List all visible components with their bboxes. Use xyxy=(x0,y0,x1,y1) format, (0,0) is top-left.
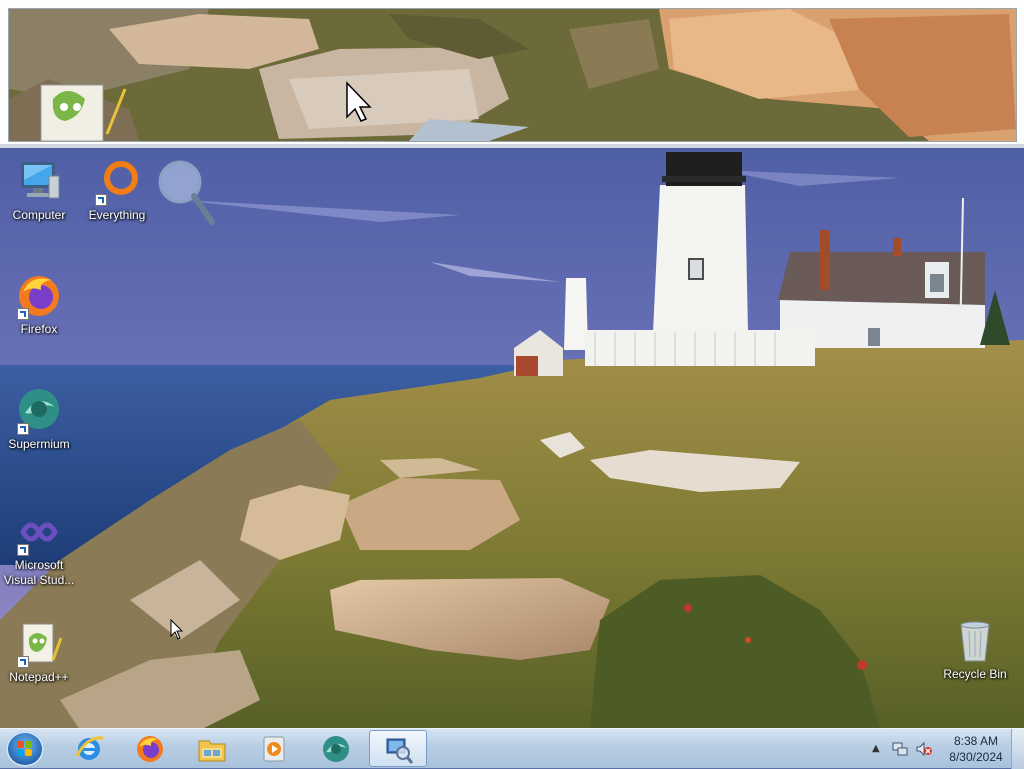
magnifier-window[interactable] xyxy=(0,0,1024,148)
desktop-icon-recycle-bin[interactable]: Recycle Bin xyxy=(937,617,1013,682)
internet-explorer-icon xyxy=(75,736,104,760)
desktop-icon-label-line2: Visual Stud... xyxy=(3,573,75,587)
desktop-icon-label: Everything xyxy=(88,208,146,222)
desktop-icon-label: Supermium xyxy=(8,437,70,451)
taskbar-media-player[interactable] xyxy=(245,730,303,767)
desktop-icon-label: Computer xyxy=(12,208,66,222)
taskbar-internet-explorer[interactable] xyxy=(60,730,118,767)
taskbar-supermium[interactable] xyxy=(307,730,365,767)
volume-muted-icon[interactable] xyxy=(916,741,932,757)
shortcut-arrow-icon xyxy=(17,423,29,435)
network-icon[interactable] xyxy=(892,741,908,757)
desktop-icon-supermium[interactable]: Supermium xyxy=(1,387,77,452)
recycle-bin-icon xyxy=(951,617,999,665)
desktop-icon-label-line1: Microsoft xyxy=(14,558,64,572)
desktop-icon-notepad-plus-plus[interactable]: Notepad++ xyxy=(1,620,77,685)
media-player-icon xyxy=(263,736,285,762)
taskbar-firefox[interactable] xyxy=(121,730,179,767)
supermium-icon xyxy=(323,736,349,762)
desktop-icon-label: Recycle Bin xyxy=(943,667,1007,681)
everything-search-icon xyxy=(93,158,141,206)
taskbar: ▲ 8:38 AM 8/30/2024 xyxy=(0,728,1024,769)
windows-logo-icon xyxy=(17,741,33,757)
shortcut-arrow-icon xyxy=(17,544,29,556)
desktop-icon-everything[interactable]: Everything xyxy=(79,158,155,223)
magnifier-icon xyxy=(386,738,414,764)
shortcut-arrow-icon xyxy=(17,308,29,320)
magnified-view xyxy=(8,8,1017,142)
desktop-icon-visual-studio[interactable]: Microsoft Visual Stud... xyxy=(1,508,77,588)
desktop-icon-computer[interactable]: Computer xyxy=(1,158,77,223)
start-button[interactable] xyxy=(6,731,44,767)
desktop-icon-label: Notepad++ xyxy=(9,670,69,684)
system-clock[interactable]: 8:38 AM 8/30/2024 xyxy=(944,733,1008,765)
shortcut-arrow-icon xyxy=(95,194,107,206)
mouse-cursor xyxy=(170,619,184,640)
computer-icon xyxy=(15,158,63,206)
shortcut-arrow-icon xyxy=(17,656,29,668)
supermium-icon xyxy=(15,387,63,435)
desktop-icon-label: Firefox xyxy=(20,322,58,336)
firefox-icon xyxy=(137,736,163,762)
firefox-icon xyxy=(15,272,63,320)
show-desktop-button[interactable] xyxy=(1011,729,1024,769)
magnifier-lens-icon[interactable] xyxy=(156,158,220,228)
taskbar-magnifier[interactable] xyxy=(369,730,427,767)
notepad-plus-plus-icon xyxy=(15,620,63,668)
show-hidden-icons-chevron[interactable]: ▲ xyxy=(872,743,880,754)
taskbar-file-explorer[interactable] xyxy=(183,730,241,767)
desktop-icon-firefox[interactable]: Firefox xyxy=(1,272,77,337)
zoomed-rocks-view xyxy=(9,9,1016,141)
visual-studio-icon xyxy=(15,508,63,556)
clock-time: 8:38 AM xyxy=(953,734,999,748)
clock-date: 8/30/2024 xyxy=(949,750,1003,764)
file-explorer-icon xyxy=(198,740,226,762)
